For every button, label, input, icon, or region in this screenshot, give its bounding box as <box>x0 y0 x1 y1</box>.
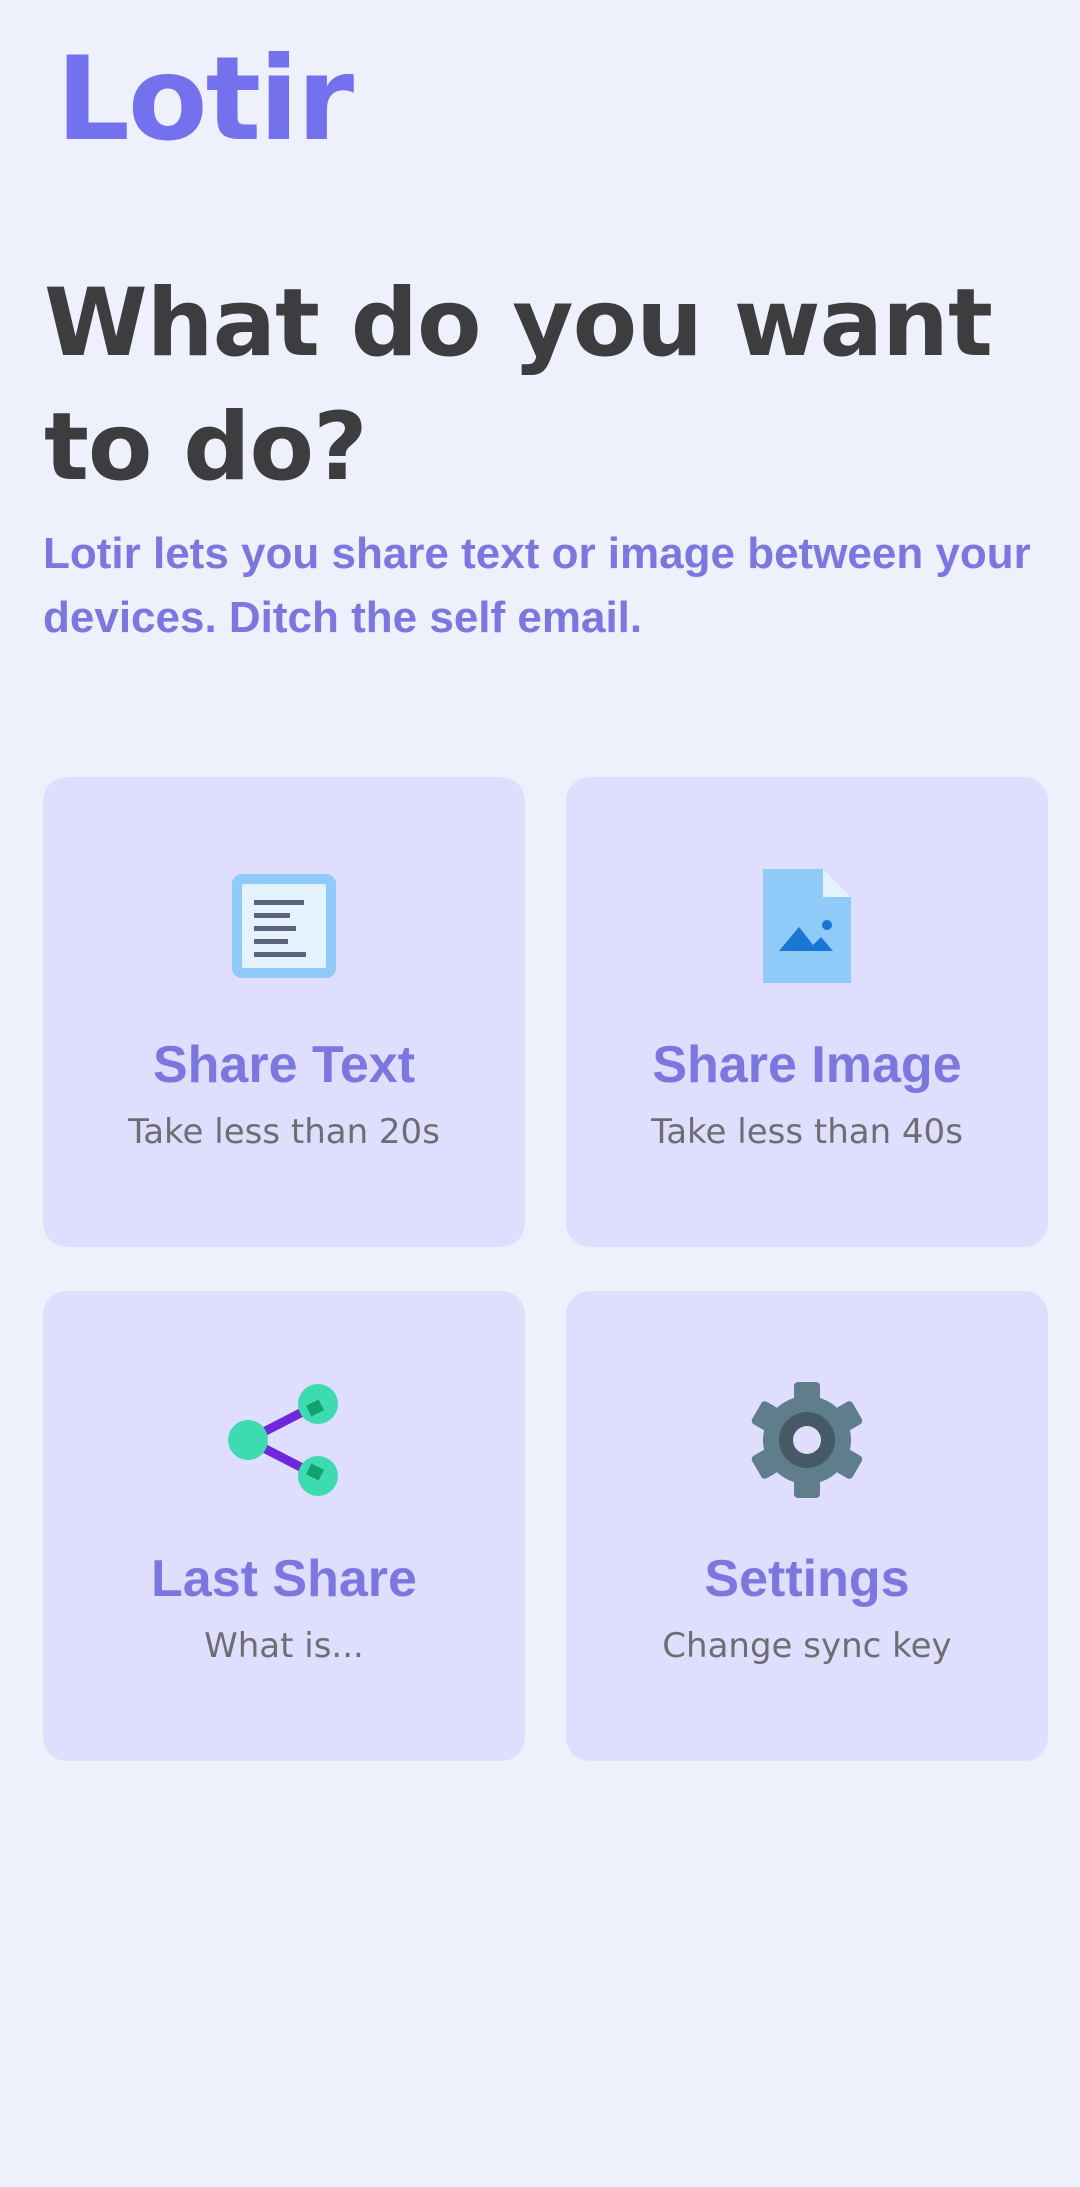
settings-title: Settings <box>704 1550 910 1608</box>
settings-caption: Change sync key <box>662 1626 952 1666</box>
page-title: What do you want to do? <box>44 269 993 502</box>
share-image-card[interactable]: Share Image Take less than 40s <box>566 777 1048 1247</box>
share-image-caption: Take less than 40s <box>651 1112 963 1152</box>
share-text-title: Share Text <box>152 1036 416 1094</box>
app-logo: Lotir <box>56 32 354 167</box>
settings-card[interactable]: Settings Change sync key <box>566 1291 1048 1761</box>
share-text-card[interactable]: Share Text Take less than 20s <box>43 777 525 1247</box>
page-subtitle: Lotir lets you share text or image betwe… <box>43 529 1031 642</box>
share-image-title: Share Image <box>652 1036 962 1094</box>
share-text-caption: Take less than 20s <box>128 1112 440 1152</box>
image-file-icon <box>566 863 1048 989</box>
last-share-title: Last Share <box>151 1550 417 1608</box>
gear-icon <box>566 1377 1048 1503</box>
last-share-card[interactable]: Last Share What is... <box>43 1291 525 1761</box>
text-document-icon <box>43 863 525 989</box>
share-icon <box>43 1377 525 1503</box>
last-share-caption: What is... <box>204 1626 364 1666</box>
